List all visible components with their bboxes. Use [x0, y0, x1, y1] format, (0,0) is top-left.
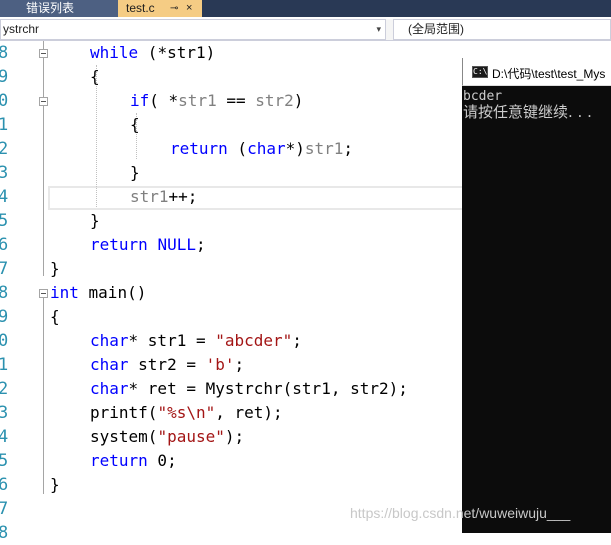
line-number: 8 — [0, 43, 9, 63]
watermark: https://blog.csdn.net/wuweiwuju___ — [350, 505, 571, 521]
line-number: 9 — [0, 67, 9, 87]
scope-dropdown-value: (全局范围) — [408, 22, 464, 36]
document-tab-bar: 错误列表 test.c ⊸ × — [0, 0, 611, 17]
dropdown-arrow-icon[interactable]: ▾ — [376, 20, 381, 39]
line-number: 3 — [0, 163, 9, 183]
code-text: } — [50, 259, 60, 278]
line-number: 6 — [0, 235, 9, 255]
navigation-bar: ystrchr ▾ (全局范围) — [0, 19, 611, 41]
code-text: return (char*)str1; — [170, 139, 354, 158]
code-text: return NULL; — [90, 235, 206, 254]
line-number: 1 — [0, 115, 9, 135]
line-number: 2 — [0, 139, 9, 159]
code-text: } — [90, 211, 100, 230]
code-text: char* ret = Mystrchr(str1, str2); — [90, 379, 408, 398]
code-text: { — [130, 115, 140, 134]
line-number: 7 — [0, 499, 9, 519]
line-number: 5 — [0, 211, 9, 231]
console-title: D:\代码\test\test_Mys — [492, 67, 606, 81]
line-number: 7 — [0, 259, 9, 279]
code-text: { — [90, 67, 100, 86]
pin-icon[interactable]: ⊸ — [170, 0, 178, 17]
console-output-line: 请按任意键继续. . . — [463, 103, 592, 121]
code-text: } — [50, 475, 60, 494]
line-number: 3 — [0, 403, 9, 423]
line-number: 6 — [0, 475, 9, 495]
console-app-icon: C:\ — [472, 66, 488, 78]
code-text: while (*str1) — [90, 43, 216, 62]
code-text: if( *str1 == str2) — [130, 91, 304, 110]
code-text: printf("%s\n", ret); — [90, 403, 283, 422]
code-text: char str2 = 'b'; — [90, 355, 245, 374]
code-text: int main() — [50, 283, 147, 302]
console-window[interactable]: C:\ D:\代码\test\test_Mys bcder 请按任意键继续. .… — [462, 58, 611, 533]
tab-test-c[interactable]: test.c ⊸ × — [118, 0, 202, 17]
close-icon[interactable]: × — [186, 0, 192, 17]
code-text: return 0; — [90, 451, 177, 470]
line-number: 8 — [0, 283, 9, 303]
line-number: 2 — [0, 379, 9, 399]
code-text: { — [50, 307, 60, 326]
line-number: 0 — [0, 331, 9, 351]
line-number: 0 — [0, 91, 9, 111]
line-number: 8 — [0, 523, 9, 543]
line-number: 1 — [0, 355, 9, 375]
code-text: system("pause"); — [90, 427, 245, 446]
line-number: 4 — [0, 187, 9, 207]
tab-error-list[interactable]: 错误列表 — [0, 0, 118, 17]
console-title-bar[interactable]: C:\ D:\代码\test\test_Mys — [462, 58, 611, 86]
code-text: } — [130, 163, 140, 182]
function-dropdown[interactable]: ystrchr ▾ — [0, 19, 386, 40]
tab-test-c-label: test.c — [126, 1, 155, 15]
line-number: 5 — [0, 451, 9, 471]
function-dropdown-value: ystrchr — [3, 22, 39, 36]
code-text: char* str1 = "abcder"; — [90, 331, 302, 350]
code-text: str1++; — [130, 187, 198, 206]
line-number: 9 — [0, 307, 9, 327]
scope-dropdown[interactable]: (全局范围) — [393, 19, 611, 40]
line-number: 4 — [0, 427, 9, 447]
